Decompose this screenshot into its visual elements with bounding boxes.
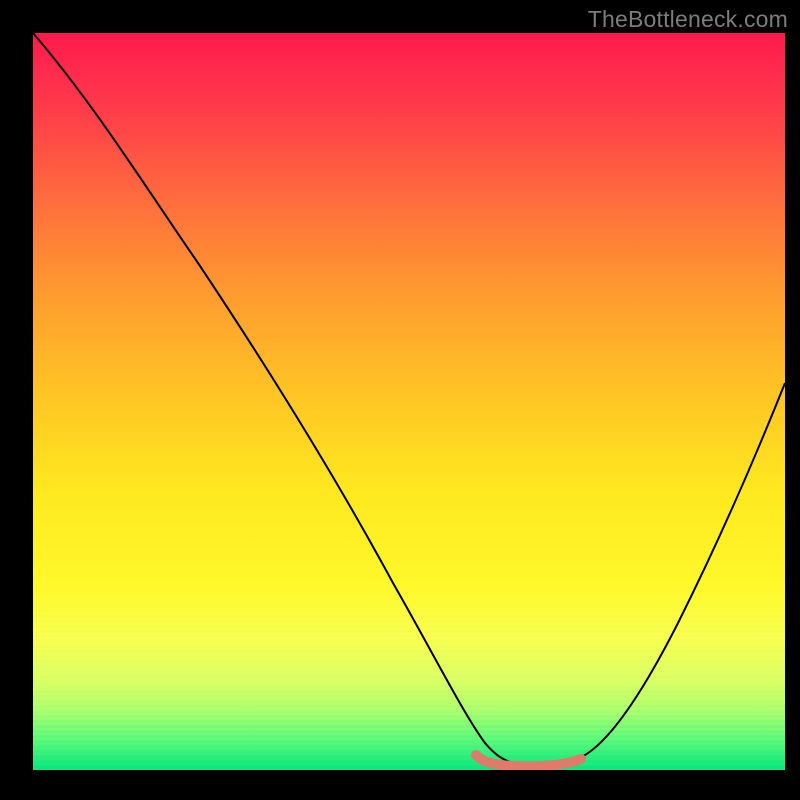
valley-marker — [476, 755, 581, 766]
chart-frame: TheBottleneck.com — [0, 0, 800, 800]
attribution-text: TheBottleneck.com — [588, 6, 788, 33]
bottleneck-curve — [33, 33, 785, 765]
plot-area — [33, 33, 785, 770]
curve-layer — [33, 33, 785, 770]
